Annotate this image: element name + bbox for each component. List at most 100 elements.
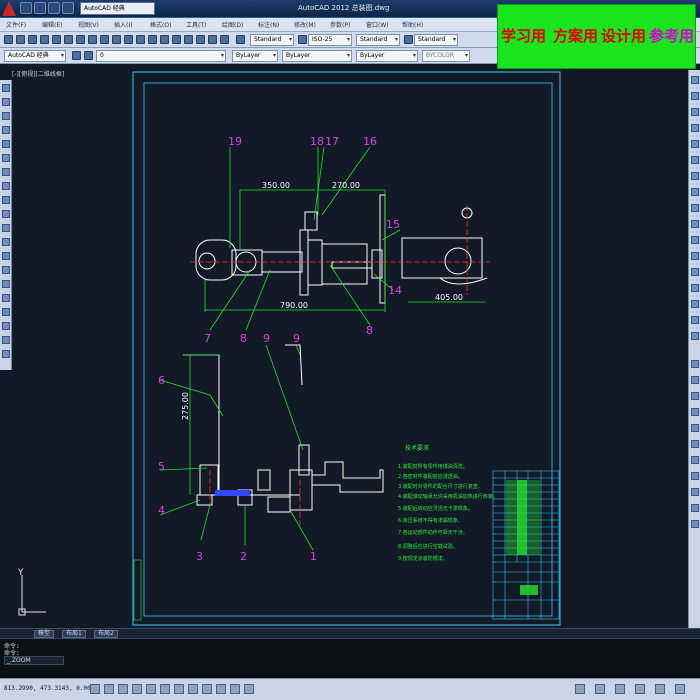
arc-icon[interactable] <box>2 154 10 162</box>
revcloud-icon[interactable] <box>2 182 10 190</box>
make-block-icon[interactable] <box>2 252 10 260</box>
side-view <box>183 344 384 513</box>
chamfer-icon[interactable] <box>691 300 699 308</box>
command-input[interactable]: _.ZOOM <box>4 656 64 665</box>
tab-layout2[interactable]: 布局2 <box>94 630 118 638</box>
balloon-8: 8 <box>240 332 247 345</box>
table-icon[interactable] <box>2 322 10 330</box>
gradient-icon[interactable] <box>2 294 10 302</box>
osnap-none-icon[interactable] <box>691 504 699 512</box>
line-icon[interactable] <box>2 84 10 92</box>
status-bar: 813.2990, 473.3143, 0.0000 <box>0 678 700 700</box>
note-line-2: 2.各密封件装配前应浸透油。 <box>398 473 463 480</box>
spline-icon[interactable] <box>2 196 10 204</box>
balloon-7: 7 <box>204 332 211 345</box>
lock-ui-icon[interactable] <box>655 684 665 694</box>
copy-object-icon[interactable] <box>691 92 699 100</box>
lineweight-toggle-icon[interactable] <box>216 684 226 694</box>
snap-mode-icon[interactable] <box>104 684 114 694</box>
region-icon[interactable] <box>2 308 10 316</box>
dim-405: 405.00 <box>435 293 463 302</box>
quick-properties-icon[interactable] <box>244 684 254 694</box>
rectangle-icon[interactable] <box>2 140 10 148</box>
workspace-switch-icon[interactable] <box>635 684 645 694</box>
circle-icon[interactable] <box>2 168 10 176</box>
osnap-nearest-icon[interactable] <box>691 488 699 496</box>
tab-layout1[interactable]: 布局1 <box>62 630 86 638</box>
osnap-endpoint-icon[interactable] <box>691 360 699 368</box>
infer-constraints-icon[interactable] <box>90 684 100 694</box>
dynamic-ucs-icon[interactable] <box>188 684 198 694</box>
tab-model[interactable]: 模型 <box>34 630 55 638</box>
ellipse-arc-icon[interactable] <box>2 224 10 232</box>
rotate-icon[interactable] <box>691 172 699 180</box>
offset-icon[interactable] <box>691 124 699 132</box>
polar-tracking-icon[interactable] <box>146 684 156 694</box>
grid-display-icon[interactable] <box>118 684 128 694</box>
add-selected-icon[interactable] <box>2 350 10 358</box>
cursor-coordinates: 813.2990, 473.3143, 0.0000 <box>4 685 98 692</box>
modify-toolbar <box>688 70 700 630</box>
annotation-scale-icon[interactable] <box>615 684 625 694</box>
scale-icon[interactable] <box>691 188 699 196</box>
note-line-4: 4.装配滚动轴承允许采用机油加热进行热装。 <box>398 493 498 500</box>
osnap-intersection-icon[interactable] <box>691 392 699 400</box>
erase-icon[interactable] <box>691 76 699 84</box>
notes-title: 技术要求 <box>405 444 429 452</box>
transparency-icon[interactable] <box>230 684 240 694</box>
polyline-icon[interactable] <box>2 112 10 120</box>
title-block-fill <box>506 480 540 595</box>
note-line-8: 8.调整后应进行空载试验。 <box>398 543 458 550</box>
balloon-2: 2 <box>240 550 247 563</box>
explode-icon[interactable] <box>691 332 699 340</box>
construction-line-icon[interactable] <box>2 98 10 106</box>
break-at-point-icon[interactable] <box>691 252 699 260</box>
join-icon[interactable] <box>691 284 699 292</box>
side-view-dim-lines <box>183 354 219 495</box>
quick-view-layouts-icon[interactable] <box>595 684 605 694</box>
insert-block-icon[interactable] <box>2 238 10 246</box>
note-line-1: 1.装配前所有零件用煤油清洗。 <box>398 463 468 470</box>
stretch-icon[interactable] <box>691 204 699 212</box>
balloon-3: 3 <box>196 550 203 563</box>
array-icon[interactable] <box>691 140 699 148</box>
balloon-14: 14 <box>388 284 402 297</box>
ellipse-icon[interactable] <box>2 210 10 218</box>
command-window: 命令: 命令: _.ZOOM <box>0 638 700 678</box>
dynamic-input-icon[interactable] <box>202 684 212 694</box>
osnap-perpendicular-icon[interactable] <box>691 456 699 464</box>
object-snap-tracking-icon[interactable] <box>174 684 184 694</box>
ucs-icon <box>18 575 46 616</box>
point-icon[interactable] <box>2 266 10 274</box>
osnap-quadrant-icon[interactable] <box>691 424 699 432</box>
trim-icon[interactable] <box>691 220 699 228</box>
note-line-9: 9.按规定涂装防锈漆。 <box>398 555 448 562</box>
draw-toolbar <box>0 80 12 370</box>
note-line-3: 3.装配时对零件的配合尺寸进行复查。 <box>398 483 483 490</box>
fillet-icon[interactable] <box>691 316 699 324</box>
mirror-icon[interactable] <box>691 108 699 116</box>
model-space-icon[interactable] <box>575 684 585 694</box>
extend-icon[interactable] <box>691 236 699 244</box>
move-icon[interactable] <box>691 156 699 164</box>
object-snap-icon[interactable] <box>160 684 170 694</box>
balloon-17: 17 <box>325 135 339 148</box>
osnap-midpoint-icon[interactable] <box>691 376 699 384</box>
osnap-center-icon[interactable] <box>691 408 699 416</box>
margin-marks <box>133 559 142 621</box>
note-line-6: 6.液压系统不得有渗漏现象。 <box>398 517 463 524</box>
ortho-mode-icon[interactable] <box>132 684 142 694</box>
osnap-settings-icon[interactable] <box>691 520 699 528</box>
break-icon[interactable] <box>691 268 699 276</box>
clean-screen-icon[interactable] <box>675 684 685 694</box>
hatch-icon[interactable] <box>2 280 10 288</box>
balloon-6: 6 <box>158 374 165 387</box>
balloon-9-right: 9 <box>293 332 300 345</box>
osnap-node-icon[interactable] <box>691 472 699 480</box>
balloon-18: 18 <box>310 135 324 148</box>
drawing-canvas[interactable]: 350.00 270.00 790.00 405.00 275.00 19 18… <box>0 0 700 700</box>
mtext-icon[interactable] <box>2 336 10 344</box>
balloon-5: 5 <box>158 460 165 473</box>
osnap-tangent-icon[interactable] <box>691 440 699 448</box>
polygon-icon[interactable] <box>2 126 10 134</box>
